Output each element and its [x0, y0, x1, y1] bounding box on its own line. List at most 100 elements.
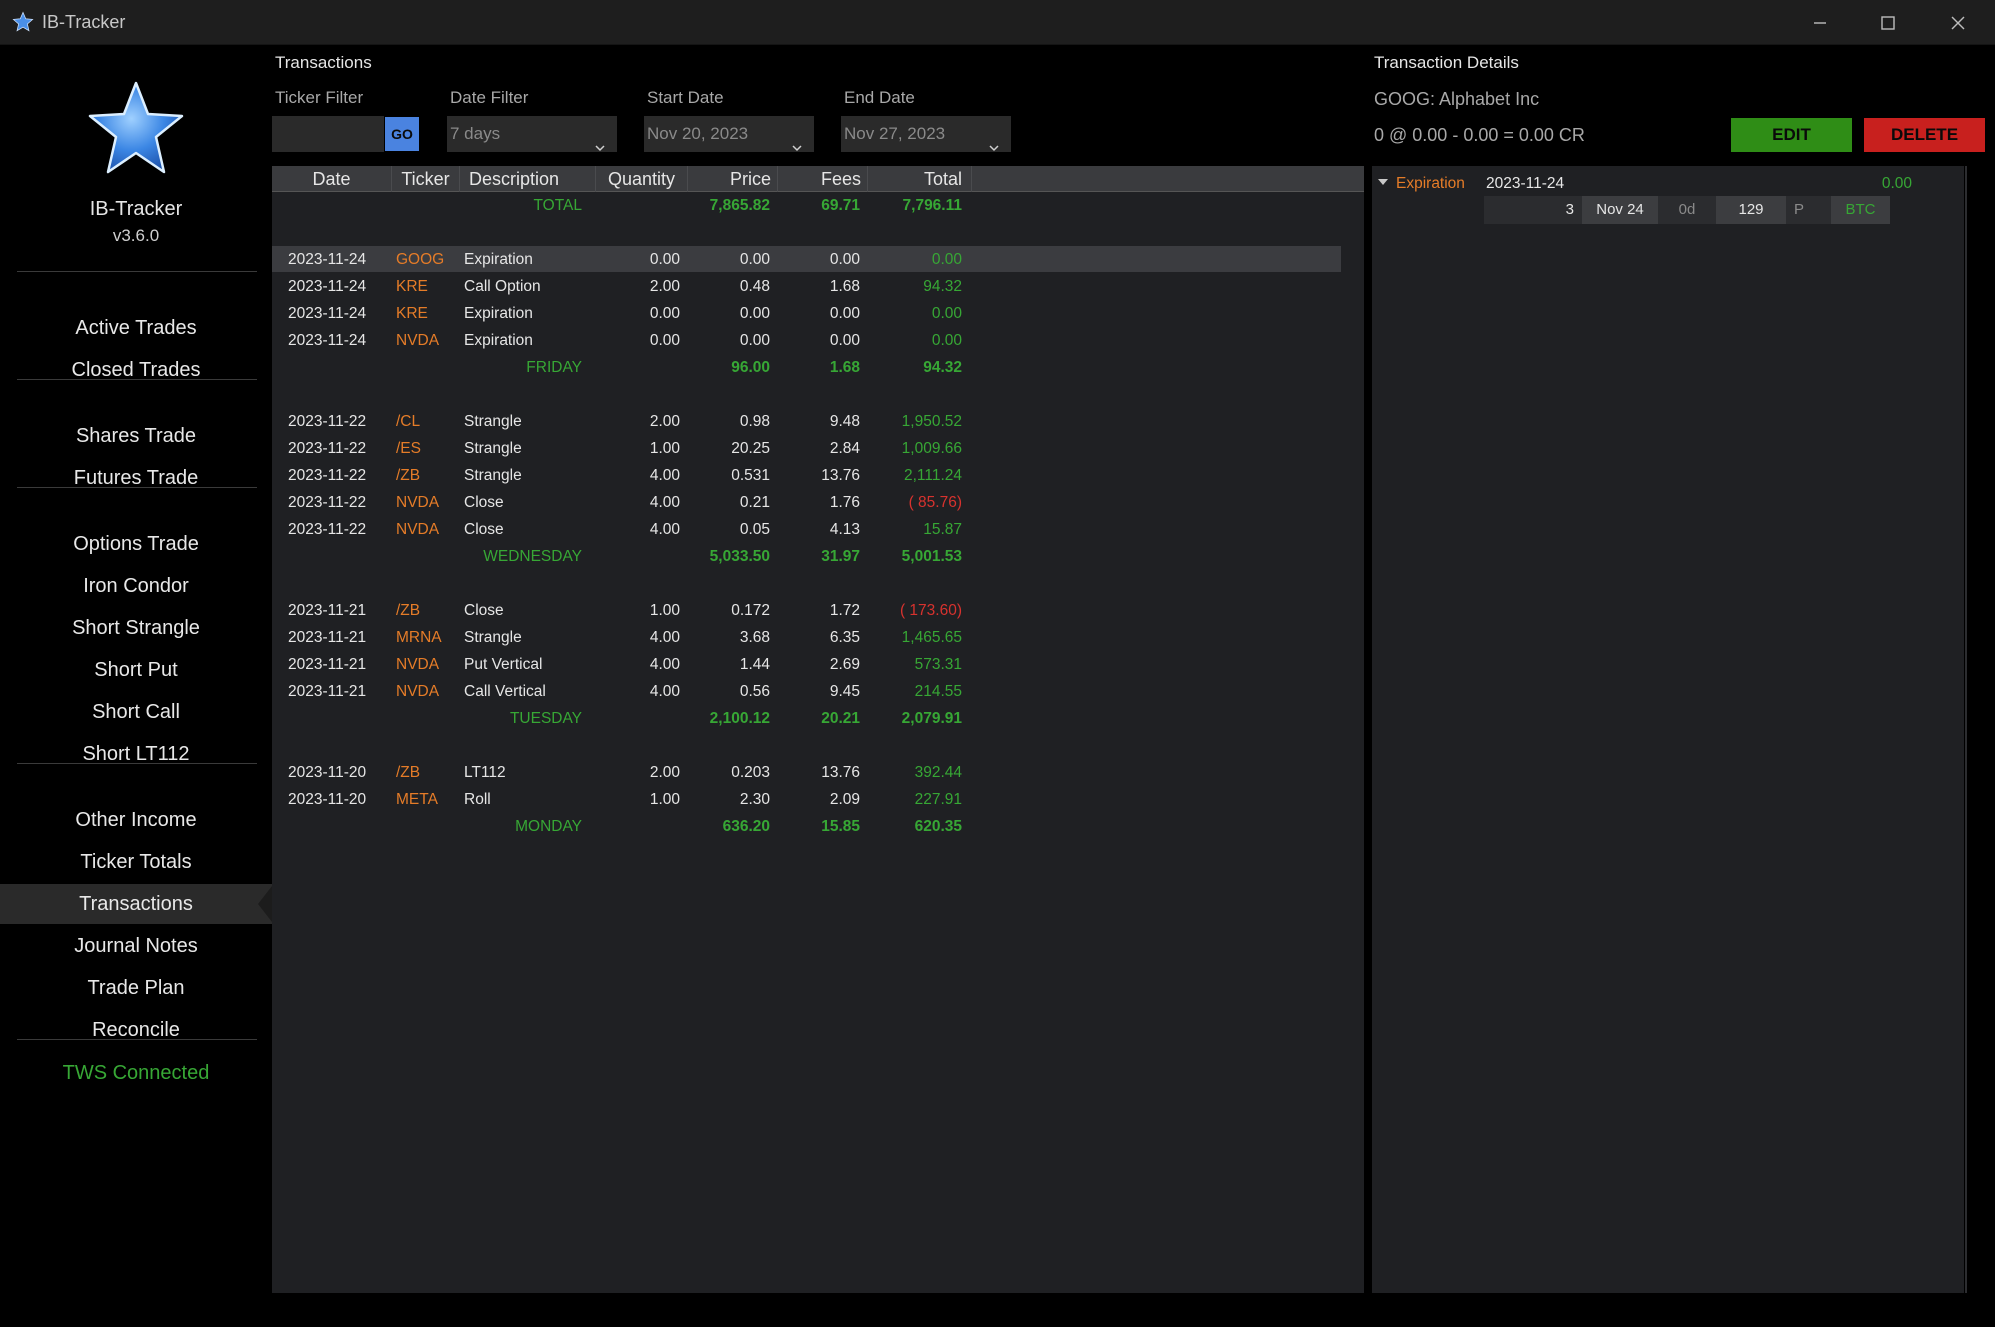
summary-price: 5,033.50 — [709, 548, 770, 565]
cell-price: 0.203 — [731, 764, 770, 781]
nav-shares-trade[interactable]: Shares Trade — [0, 416, 272, 456]
summary-total: 2,079.91 — [901, 710, 962, 727]
transactions-grid[interactable]: Date Ticker Description Quantity Price F… — [272, 166, 1364, 1293]
star-logo-icon — [88, 81, 184, 174]
leg-expiry: Nov 24 — [1582, 196, 1658, 224]
start-date-picker[interactable]: Nov 20, 2023 — [644, 116, 814, 152]
nav-ticker-totals[interactable]: Ticker Totals — [0, 842, 272, 882]
nav-reconcile[interactable]: Reconcile — [0, 1010, 272, 1050]
app-name: IB-Tracker — [89, 198, 183, 220]
nav-short-strangle[interactable]: Short Strangle — [0, 608, 272, 648]
star-icon — [12, 11, 34, 32]
summary-total: 7,796.11 — [902, 197, 962, 214]
maximize-button[interactable] — [1853, 0, 1923, 45]
nav-closed-trades[interactable]: Closed Trades — [0, 350, 272, 390]
nav-futures-trade[interactable]: Futures Trade — [0, 458, 272, 498]
cell-description: Roll — [464, 791, 491, 808]
chevron-down-icon — [989, 130, 999, 152]
nav-active-trades[interactable]: Active Trades — [0, 308, 272, 348]
table-row[interactable]: 2023-11-22/ES Strangle 1.00 20.25 2.84 1,009.… — [272, 435, 1341, 462]
table-row[interactable]: 2023-11-24 NVDA Expiration 0.00 0.00 0.00 0.00 — [272, 327, 1341, 354]
cell-quantity: 0.00 — [649, 251, 680, 268]
date-filter-select[interactable]: 7 days — [447, 116, 617, 152]
edit-button[interactable]: EDIT — [1731, 118, 1852, 152]
cell-ticker: NVDA — [396, 656, 440, 673]
table-row[interactable]: 2023-11-24 GOOG Expiration 0.00 0.00 0.00 0.00 — [272, 246, 1341, 273]
connection-status: TWS Connected — [62, 1062, 210, 1084]
column-header-total[interactable]: Total — [868, 166, 972, 192]
close-button[interactable] — [1923, 0, 1993, 45]
column-header-ticker[interactable]: Ticker — [392, 166, 460, 192]
table-row[interactable]: 2023-11-20 META Roll 1.00 2.30 2.09 227.91 — [272, 786, 1341, 813]
window-title: IB-Tracker — [42, 12, 126, 32]
nav-options-trade[interactable]: Options Trade — [0, 524, 272, 564]
cell-quantity: 2.00 — [649, 413, 680, 430]
cell-price: 3.68 — [739, 629, 770, 646]
chevron-down-icon — [792, 130, 802, 152]
cell-price: 0.21 — [739, 494, 770, 511]
cell-price: 0.00 — [739, 332, 770, 349]
cell-fees: 2.69 — [829, 656, 860, 673]
table-row[interactable]: 2023-11-22/ZB Strangle 4.00 0.531 13.76 2,111… — [272, 462, 1341, 489]
table-row[interactable]: 2023-11-22/CL Strangle 2.00 0.98 9.48 1,950.5… — [272, 408, 1341, 435]
summary-label: WEDNESDAY — [483, 548, 582, 565]
cell-quantity: 1.00 — [649, 791, 680, 808]
cell-price: 1.44 — [739, 656, 770, 673]
cell-quantity: 0.00 — [649, 332, 680, 349]
table-row[interactable]: 2023-11-21/ZB Close 1.00 0.172 1.72 ( 173.60) — [272, 597, 1341, 624]
end-date-picker[interactable]: Nov 27, 2023 — [841, 116, 1011, 152]
cell-total: ( 85.76) — [908, 494, 962, 511]
column-header-date[interactable]: Date — [272, 166, 392, 192]
summary-price: 636.20 — [722, 818, 770, 835]
cell-quantity: 4.00 — [649, 656, 680, 673]
cell-ticker: KRE — [396, 305, 428, 322]
nav-transactions[interactable]: Transactions — [0, 884, 272, 924]
end-date-value: Nov 27, 2023 — [844, 124, 946, 143]
cell-fees: 13.76 — [821, 467, 860, 484]
table-row[interactable]: 2023-11-22 NVDA Close 4.00 0.05 4.13 15.87 — [272, 516, 1341, 543]
column-header-fees[interactable]: Fees — [778, 166, 868, 192]
table-row[interactable]: 2023-11-21 MRNA Strangle 4.00 3.68 6.35 1,465.… — [272, 624, 1341, 651]
summary-row-day: MONDAY 636.20 15.85 620.35 — [272, 813, 1341, 840]
table-row[interactable]: 2023-11-20/ZB LT112 2.00 0.203 13.76 392.44 — [272, 759, 1341, 786]
cell-total: 2,111.24 — [903, 467, 962, 484]
column-header-quantity[interactable]: Quantity — [596, 166, 688, 192]
table-row[interactable]: 2023-11-21 NVDA Put Vertical 4.00 1.44 2.69 57… — [272, 651, 1341, 678]
cell-description: Close — [464, 521, 504, 538]
chevron-down-icon — [595, 130, 605, 152]
cell-quantity: 2.00 — [649, 278, 680, 295]
cell-fees: 1.76 — [829, 494, 860, 511]
ticker-filter-input[interactable] — [272, 116, 384, 152]
column-header-price[interactable]: Price — [688, 166, 778, 192]
cell-total: 0.00 — [931, 251, 962, 268]
leg-dte: 0d — [1658, 196, 1716, 224]
minimize-button[interactable] — [1785, 0, 1855, 45]
column-header-description[interactable]: Description — [460, 166, 596, 192]
sidebar-divider — [17, 271, 257, 272]
collapse-triangle-icon[interactable] — [1377, 177, 1389, 187]
go-button[interactable]: GO — [385, 117, 419, 151]
cell-description: Put Vertical — [464, 656, 543, 673]
nav-short-lt112[interactable]: Short LT112 — [0, 734, 272, 774]
nav-other-income[interactable]: Other Income — [0, 800, 272, 840]
scrollbar-track[interactable] — [1965, 166, 1967, 1293]
summary-row-day: FRIDAY 96.00 1.68 94.32 — [272, 354, 1341, 381]
table-row[interactable]: 2023-11-24 KRE Call Option 2.00 0.48 1.68 94.3… — [272, 273, 1341, 300]
nav-short-put[interactable]: Short Put — [0, 650, 272, 690]
nav-iron-condor[interactable]: Iron Condor — [0, 566, 272, 606]
details-instrument-name: GOOG: Alphabet Inc — [1374, 89, 1540, 109]
summary-price: 96.00 — [731, 359, 770, 376]
table-row[interactable]: 2023-11-22 NVDA Close 4.00 0.21 1.76 ( 85.76) — [272, 489, 1341, 516]
sidebar: IB-Tracker v3.6.0 Active Trades Closed T… — [0, 46, 272, 1327]
nav-short-call[interactable]: Short Call — [0, 692, 272, 732]
nav-trade-plan[interactable]: Trade Plan — [0, 968, 272, 1008]
table-row[interactable]: 2023-11-24 KRE Expiration 0.00 0.00 0.00 0.00 — [272, 300, 1341, 327]
nav-journal-notes[interactable]: Journal Notes — [0, 926, 272, 966]
cell-total: 392.44 — [914, 764, 962, 781]
cell-date: 2023-11-24 — [288, 305, 367, 322]
delete-button[interactable]: DELETE — [1864, 118, 1985, 152]
summary-total: 5,001.53 — [901, 548, 962, 565]
table-row[interactable]: 2023-11-21 NVDA Call Vertical 4.00 0.56 9.45 2… — [272, 678, 1341, 705]
cell-fees: 1.72 — [829, 602, 860, 619]
cell-price: 2.30 — [739, 791, 770, 808]
